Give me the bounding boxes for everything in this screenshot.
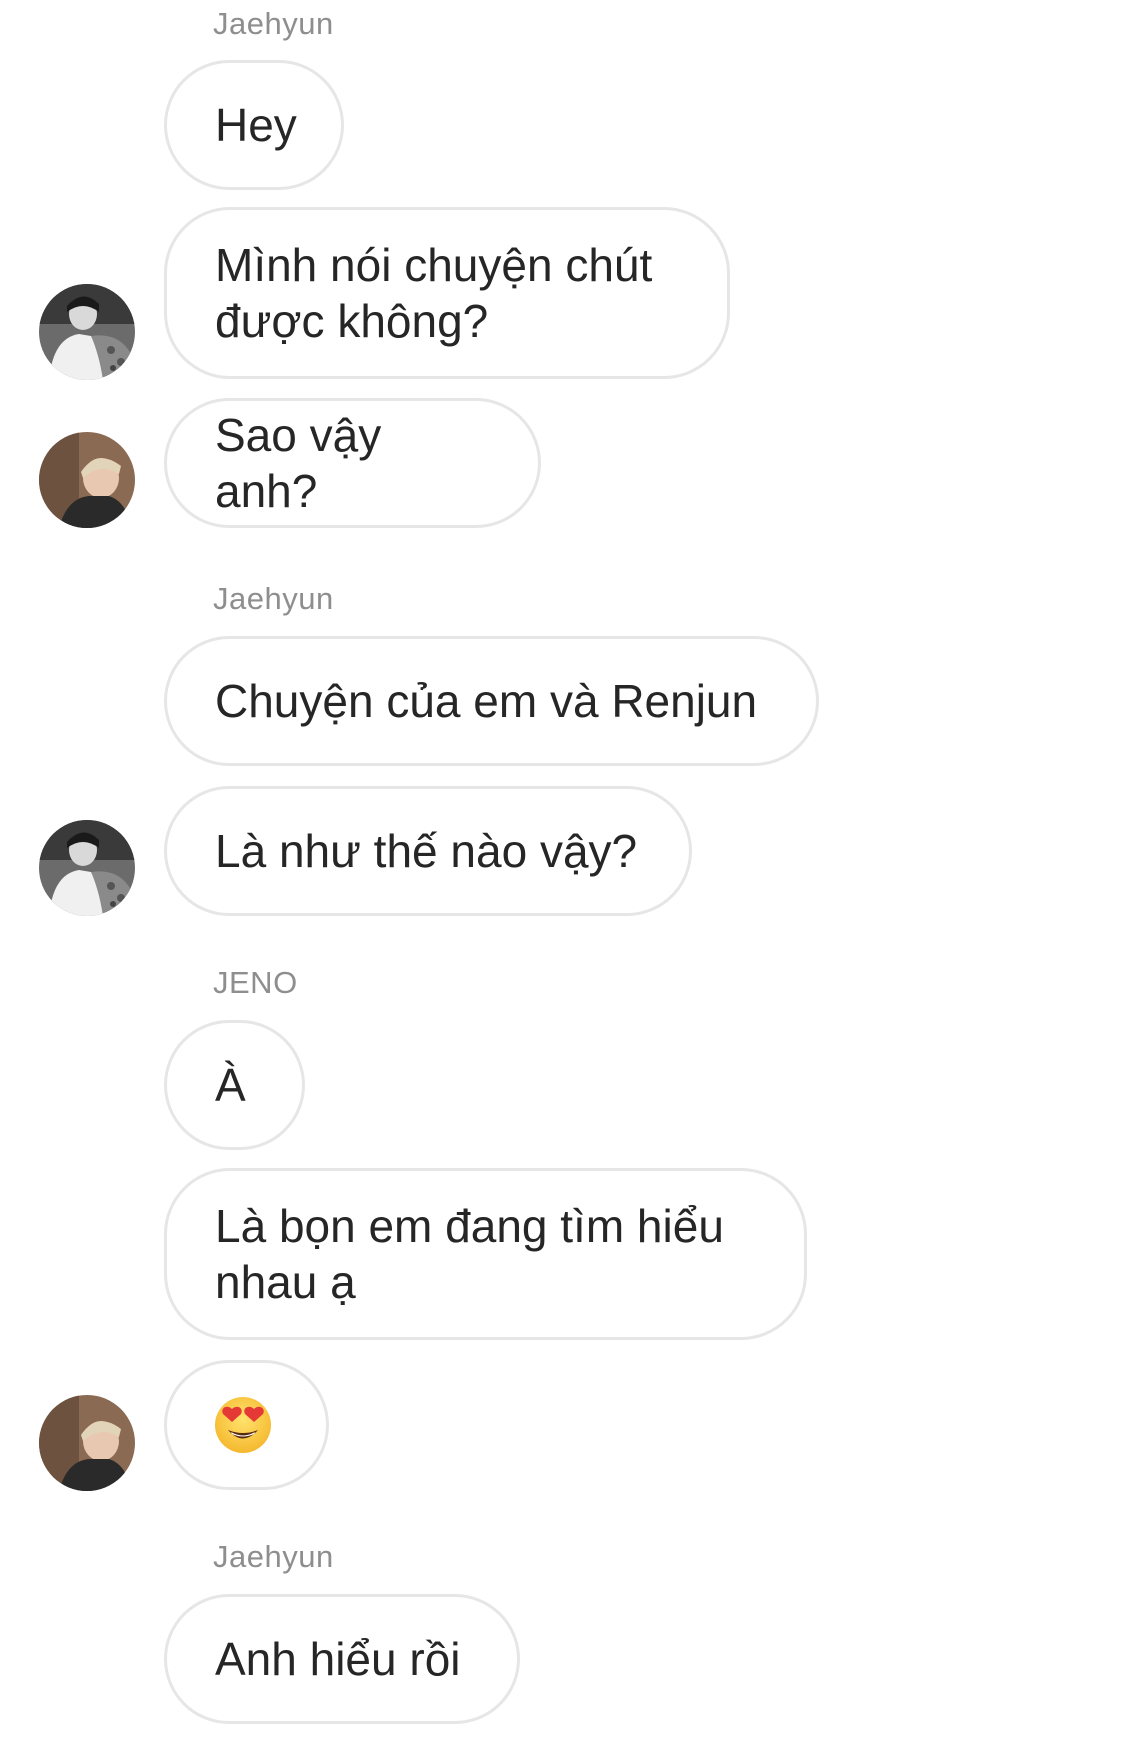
avatar-jaehyun-icon[interactable] <box>39 820 135 916</box>
avatar-jeno-icon[interactable] <box>39 432 135 528</box>
message-text: Hey <box>215 99 297 151</box>
message-bubble[interactable]: Anh hiểu rồi <box>164 1594 520 1724</box>
message-bubble[interactable] <box>164 1360 329 1490</box>
message-text: Chuyện của em và Renjun <box>215 675 758 727</box>
message-bubble[interactable]: Chuyện của em và Renjun <box>164 636 819 766</box>
message-text: Là như thế nào vậy? <box>215 825 638 877</box>
message-bubble[interactable]: Là bọn em đang tìm hiểu nhau ạ <box>164 1168 807 1340</box>
sender-name: Jaehyun <box>213 1539 334 1574</box>
sender-name: JENO <box>213 965 298 1000</box>
message-bubble[interactable]: Sao vậy anh? <box>164 398 541 528</box>
message-bubble[interactable]: Hey <box>164 60 344 190</box>
message-bubble[interactable]: Là như thế nào vậy? <box>164 786 692 916</box>
sender-name: Jaehyun <box>213 6 334 41</box>
avatar-jaehyun-icon[interactable] <box>39 284 135 380</box>
message-text: À <box>215 1059 246 1111</box>
avatar-jeno-icon[interactable] <box>39 1395 135 1491</box>
message-text: Sao vậy anh? <box>215 409 382 517</box>
sender-name: Jaehyun <box>213 581 334 616</box>
message-text: Mình nói chuyện chút được không? <box>215 239 653 347</box>
message-text: Anh hiểu rồi <box>215 1633 461 1685</box>
message-bubble[interactable]: Mình nói chuyện chút được không? <box>164 207 730 379</box>
message-bubble[interactable]: À <box>164 1020 305 1150</box>
heart-eyes-emoji-icon <box>215 1397 271 1453</box>
message-text: Là bọn em đang tìm hiểu nhau ạ <box>215 1200 724 1308</box>
